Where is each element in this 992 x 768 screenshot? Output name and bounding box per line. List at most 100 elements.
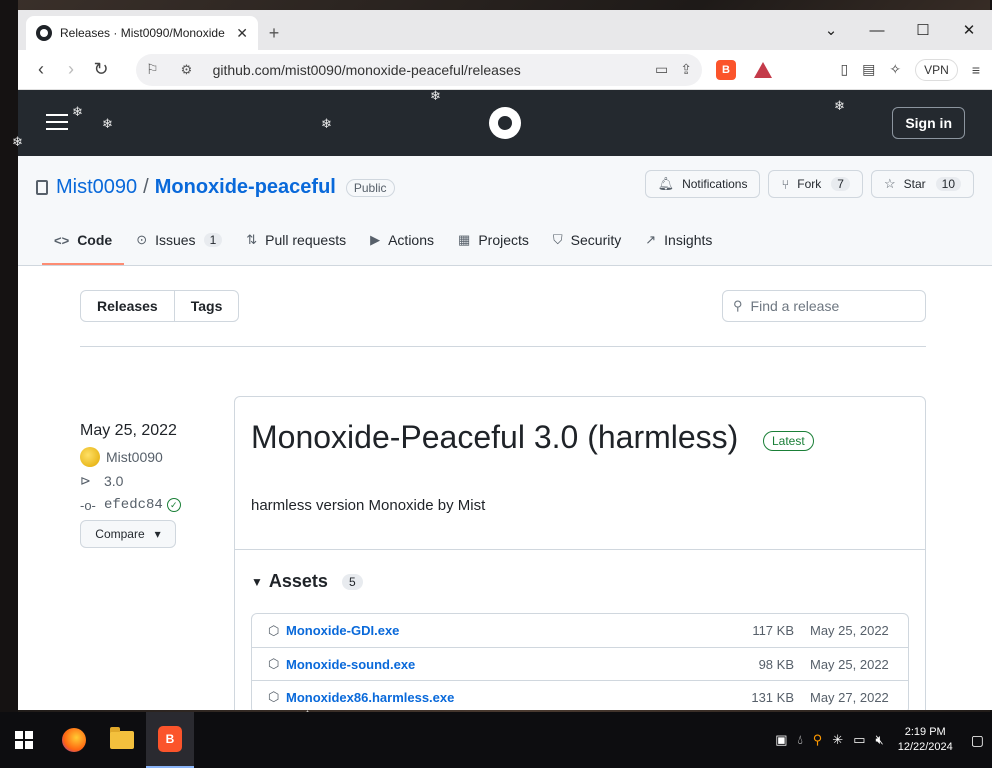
menu-icon[interactable]: ≡ xyxy=(972,62,980,78)
asset-size: 131 KB xyxy=(751,689,794,705)
new-tab-button[interactable]: + xyxy=(258,16,290,50)
release-tag[interactable]: 3.0 xyxy=(104,473,123,489)
assets-list: ⬡ Monoxide-GDI.exe 117 KB May 25, 2022 ⬡… xyxy=(251,613,909,710)
release-author[interactable]: Mist0090 xyxy=(106,449,163,465)
release-commit-row[interactable]: -o- efedc84 ✓ xyxy=(80,496,181,514)
brave-taskbar-button[interactable]: B xyxy=(146,712,194,768)
tab-insights-label: Insights xyxy=(664,232,713,248)
tab-actions-label: Actions xyxy=(388,232,435,248)
tab-security[interactable]: ⛉ Security xyxy=(541,215,633,265)
tab-projects-label: Projects xyxy=(478,232,529,248)
maximize-button[interactable]: ☐ xyxy=(900,21,946,39)
browser-tab-releases[interactable]: Releases · Mist0090/Monoxide ✕ xyxy=(26,16,258,50)
close-window-button[interactable]: ✕ xyxy=(946,21,992,39)
asset-row[interactable]: ⬡ Monoxide-GDI.exe 117 KB May 25, 2022 xyxy=(252,614,908,647)
release-search-input[interactable]: ⚲ Find a release xyxy=(722,290,926,322)
firefox-taskbar-button[interactable] xyxy=(50,712,98,768)
forward-button[interactable]: › xyxy=(56,55,86,85)
notification-icon[interactable]: ▢ xyxy=(971,732,984,749)
asset-size: 117 KB xyxy=(752,623,794,638)
release-commit[interactable]: efedc84 xyxy=(104,497,163,513)
asset-name[interactable]: Monoxide-GDI.exe xyxy=(286,623,734,638)
tab-security-label: Security xyxy=(570,232,622,248)
network-icon[interactable]: ▭ xyxy=(853,732,865,748)
assets-count: 5 xyxy=(341,573,363,590)
share-icon[interactable]: ⇪ xyxy=(680,61,692,78)
repo-title: Mist0090 / Monoxide-peaceful Public xyxy=(36,176,395,199)
notifications-button[interactable]: 🔔︎ Notifications xyxy=(644,170,761,198)
bookmark-icon[interactable]: ⚐ xyxy=(146,61,159,78)
snowflake-icon: ❄ xyxy=(321,116,332,131)
start-button[interactable] xyxy=(0,712,48,768)
asset-size: 98 KB xyxy=(758,656,794,672)
file-explorer-taskbar-button[interactable] xyxy=(98,712,146,768)
reload-button[interactable]: ↻ xyxy=(86,55,116,85)
site-settings-icon[interactable]: ⚙ xyxy=(181,62,201,78)
repo-slash: / xyxy=(143,176,149,198)
address-bar[interactable]: ⚐ ⚙ github.com/mist0090/monoxide-peacefu… xyxy=(136,53,702,86)
desktop-left-strip xyxy=(0,0,18,712)
release-title[interactable]: Monoxide-Peaceful 3.0 (harmless) xyxy=(251,419,738,456)
leo-ai-icon[interactable]: ✧ xyxy=(889,61,901,78)
tab-issues-label: Issues xyxy=(155,232,196,248)
caret-down-icon: ▼ xyxy=(251,574,263,589)
github-logo-icon[interactable] xyxy=(489,107,521,139)
graph-icon: ↗ xyxy=(645,232,657,247)
browser-toolbar: ‹ › ↻ ⚐ ⚙ github.com/mist0090/monoxide-p… xyxy=(18,50,992,90)
tab-code[interactable]: <> Code xyxy=(42,215,125,265)
snowflake-icon: ❄ xyxy=(72,104,83,119)
compare-button[interactable]: Compare ▾ xyxy=(80,520,176,548)
url-text[interactable]: github.com/mist0090/monoxide-peaceful/re… xyxy=(213,62,643,78)
star-button[interactable]: ☆ Star 10 xyxy=(870,170,974,198)
minimize-button[interactable]: — xyxy=(854,22,900,39)
hamburger-menu-icon[interactable] xyxy=(46,114,68,130)
repo-owner-link[interactable]: Mist0090 xyxy=(56,176,137,199)
snowflake-icon: ❄ xyxy=(12,134,23,149)
install-app-icon[interactable]: ▭ xyxy=(655,61,668,78)
tab-actions[interactable]: ▶ Actions xyxy=(358,215,446,265)
repo-name-link[interactable]: Monoxide-peaceful xyxy=(155,176,336,199)
tags-segment[interactable]: Tags xyxy=(173,291,239,321)
search-tray-icon[interactable]: ⚲ xyxy=(813,732,823,748)
tab-insights[interactable]: ↗ Insights xyxy=(633,215,724,265)
bell-icon: 🔔︎ xyxy=(657,176,675,191)
droplet-icon[interactable]: 💧︎ xyxy=(798,732,803,748)
sidebar-toggle-icon[interactable]: ▯ xyxy=(840,61,848,78)
tab-title: Releases · Mist0090/Monoxide xyxy=(60,26,225,40)
asset-row[interactable]: ⬡ Monoxide-sound.exe 98 KB May 25, 2022 xyxy=(252,647,908,680)
commit-icon: -o- xyxy=(80,497,96,513)
release-author-row[interactable]: Mist0090 xyxy=(80,447,181,467)
tab-close-icon[interactable]: ✕ xyxy=(236,25,248,42)
releases-tags-toggle: Releases Tags xyxy=(80,290,240,322)
tab-search-chevron-icon[interactable]: ⌄ xyxy=(808,21,854,39)
volume-muted-icon[interactable]: 🔇︎ xyxy=(876,732,884,748)
brave-rewards-icon[interactable] xyxy=(754,61,772,78)
brave-shields-icon[interactable]: B xyxy=(716,59,736,80)
asset-row[interactable]: ⬡ Monoxidex86.harmless.exe 131 KB May 27… xyxy=(252,680,908,710)
repo-header: Mist0090 / Monoxide-peaceful Public 🔔︎ N… xyxy=(18,156,992,266)
assets-header[interactable]: ▼ Assets 5 xyxy=(251,571,363,592)
clock[interactable]: 2:19 PM 12/22/2024 xyxy=(898,725,953,755)
tab-issues[interactable]: ⊙ Issues 1 xyxy=(124,215,234,265)
wallet-icon[interactable]: ▤ xyxy=(862,61,875,78)
avatar xyxy=(80,447,100,467)
sign-in-button[interactable]: Sign in xyxy=(892,107,965,139)
package-icon: ⬡ xyxy=(268,622,280,638)
releases-segment[interactable]: Releases xyxy=(81,291,174,321)
asset-name[interactable]: Monoxide-sound.exe xyxy=(286,657,734,672)
star-count: 10 xyxy=(935,177,961,191)
browser-window: Releases · Mist0090/Monoxide ✕ + ⌄ — ☐ ✕… xyxy=(18,10,992,710)
divider xyxy=(80,346,926,347)
tab-projects[interactable]: ▦ Projects xyxy=(446,215,541,265)
release-tag-row[interactable]: ⊳ 3.0 xyxy=(80,472,181,490)
vpn-button[interactable]: VPN xyxy=(915,58,958,81)
snowflake-tray-icon[interactable]: ✳ xyxy=(832,732,843,748)
fork-button[interactable]: ⑂ Fork 7 xyxy=(768,170,863,198)
tab-pull-requests[interactable]: ⇅ Pull requests xyxy=(234,215,358,265)
latest-badge: Latest xyxy=(763,431,814,451)
asset-name[interactable]: Monoxidex86.harmless.exe xyxy=(286,690,734,705)
tab-code-label: Code xyxy=(77,232,113,248)
back-button[interactable]: ‹ xyxy=(26,55,56,85)
asset-date: May 25, 2022 xyxy=(810,656,889,672)
tray-app-icon[interactable]: ▣ xyxy=(775,732,787,748)
